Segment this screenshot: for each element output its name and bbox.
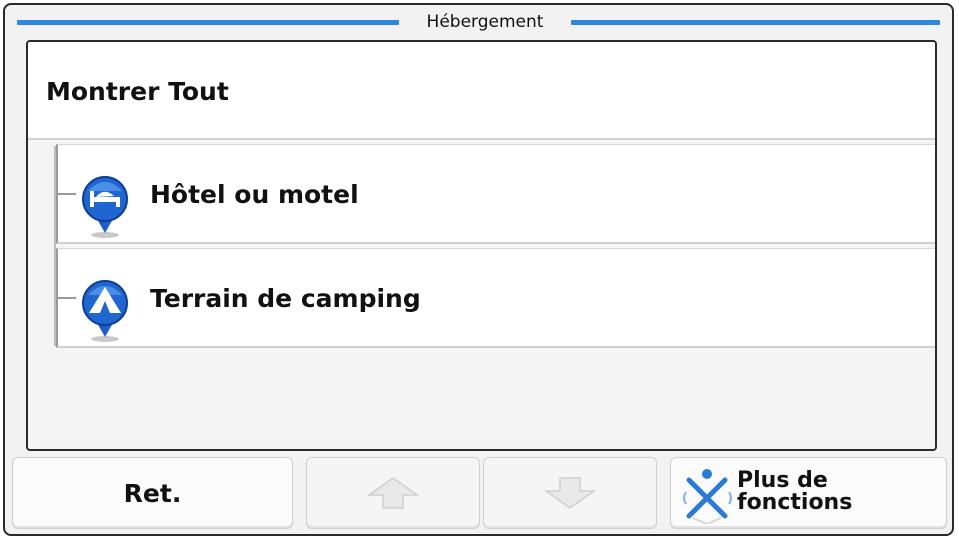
- back-button[interactable]: Ret.: [12, 457, 293, 529]
- more-functions-icon: [683, 469, 732, 524]
- more-functions-button[interactable]: Plus de fonctions: [670, 457, 947, 529]
- arrow-down-icon: [543, 477, 597, 509]
- category-list: Montrer Tout Hôtel ou motel Terrain de c…: [26, 40, 937, 451]
- list-item-camping[interactable]: Terrain de camping: [56, 248, 935, 348]
- list-item-hotel[interactable]: Hôtel ou motel: [56, 144, 935, 244]
- camping-label: Terrain de camping: [150, 284, 421, 313]
- scroll-down-button[interactable]: [483, 457, 657, 529]
- hotel-bed-icon: [82, 176, 128, 238]
- title-accent-left: [17, 20, 399, 25]
- tree-branch: [58, 193, 76, 195]
- list-item-show-all[interactable]: Montrer Tout: [28, 42, 935, 140]
- window-title: Hébergement: [399, 10, 571, 34]
- more-functions-label: Plus de fonctions: [737, 468, 853, 515]
- title-accent-right: [571, 20, 940, 25]
- scroll-up-button[interactable]: [306, 457, 480, 529]
- arrow-up-icon: [366, 477, 420, 509]
- show-all-label: Montrer Tout: [46, 77, 229, 106]
- title-bar: Hébergement: [13, 10, 944, 34]
- hotel-label: Hôtel ou motel: [150, 180, 359, 209]
- camping-tent-icon: [82, 280, 128, 342]
- tree-branch: [58, 297, 76, 299]
- back-button-label: Ret.: [123, 479, 182, 508]
